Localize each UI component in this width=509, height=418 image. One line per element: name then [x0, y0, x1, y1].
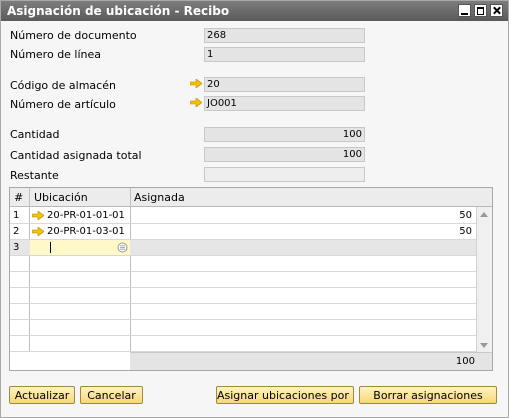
- scroll-down-icon[interactable]: [480, 343, 488, 348]
- header-location[interactable]: Ubicación: [34, 191, 88, 204]
- qty-label: Cantidad: [10, 128, 60, 141]
- grid-total: 100: [455, 356, 475, 367]
- assigned-cell[interactable]: 50: [459, 226, 472, 237]
- row-number: 1: [13, 210, 20, 221]
- grid-total-bar: 100: [130, 352, 492, 370]
- remaining-field: [204, 167, 365, 182]
- update-button[interactable]: Actualizar: [9, 386, 75, 404]
- allocation-grid: # Ubicación Asignada 1 20-PR-01-01-01 50…: [9, 187, 493, 371]
- line-number-value: 1: [207, 49, 214, 60]
- clear-assignments-button[interactable]: Borrar asignaciones: [359, 386, 497, 404]
- maximize-icon[interactable]: [474, 4, 487, 17]
- line-number-field: 1: [204, 47, 365, 62]
- link-arrow-icon[interactable]: [190, 98, 202, 107]
- warehouse-value: 20: [207, 79, 220, 90]
- warehouse-label: Código de almacén: [10, 79, 116, 92]
- choose-from-list-icon[interactable]: [117, 242, 128, 253]
- scroll-up-icon[interactable]: [480, 212, 488, 217]
- minimize-icon[interactable]: [458, 4, 471, 17]
- bin-allocation-window: Asignación de ubicación - Recibo Número …: [0, 0, 509, 418]
- location-cell[interactable]: 20-PR-01-03-01: [47, 226, 125, 237]
- doc-number-value: 268: [207, 30, 227, 41]
- location-input[interactable]: [30, 240, 130, 255]
- assigned-total-value: 100: [342, 149, 362, 160]
- link-arrow-icon[interactable]: [190, 79, 202, 88]
- assigned-cell[interactable]: 50: [459, 210, 472, 221]
- vertical-scrollbar[interactable]: [476, 207, 492, 353]
- title-bar[interactable]: Asignación de ubicación - Recibo: [1, 1, 508, 21]
- item-value: JO001: [207, 98, 237, 109]
- header-row-number[interactable]: #: [14, 191, 23, 204]
- grid-header: # Ubicación Asignada: [10, 188, 492, 207]
- qty-field: 100: [204, 127, 365, 142]
- remaining-label: Restante: [10, 169, 59, 182]
- assign-default-bins-button[interactable]: Asignar ubicaciones por defec: [216, 386, 354, 404]
- close-icon[interactable]: [490, 4, 503, 17]
- doc-number-label: Número de documento: [10, 29, 137, 42]
- location-cell[interactable]: 20-PR-01-01-01: [47, 210, 125, 221]
- row-number: 3: [13, 242, 20, 253]
- item-label: Número de artículo: [10, 98, 116, 111]
- header-assigned[interactable]: Asignada: [134, 191, 185, 204]
- warehouse-field: 20: [204, 77, 365, 92]
- window-title: Asignación de ubicación - Recibo: [7, 4, 230, 18]
- link-arrow-icon[interactable]: [32, 227, 44, 236]
- text-cursor: [50, 242, 51, 253]
- link-arrow-icon[interactable]: [32, 211, 44, 220]
- assigned-total-field: 100: [204, 147, 365, 162]
- assigned-total-label: Cantidad asignada total: [10, 149, 142, 162]
- line-number-label: Número de línea: [10, 48, 102, 61]
- doc-number-field: 268: [204, 28, 365, 43]
- cancel-button[interactable]: Cancelar: [80, 386, 143, 404]
- qty-value: 100: [342, 129, 362, 140]
- row-number: 2: [13, 226, 20, 237]
- item-field: JO001: [204, 96, 365, 111]
